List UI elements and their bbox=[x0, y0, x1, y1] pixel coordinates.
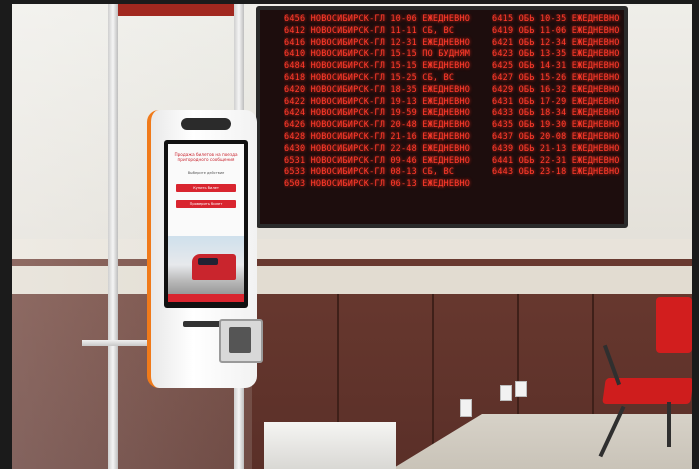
wall-socket bbox=[460, 399, 472, 417]
chair-back bbox=[656, 297, 692, 353]
departure-board: 6456 НОВОСИБИРСК-ГЛ 10-06 ЕЖЕДНЕВНО 6412… bbox=[256, 6, 628, 228]
white-counter-block bbox=[264, 422, 396, 469]
kiosk-screen-content: Продажа билетов на поезда пригородного с… bbox=[168, 144, 244, 302]
ticket-kiosk: Продажа билетов на поезда пригородного с… bbox=[147, 110, 263, 388]
kiosk-screen[interactable]: Продажа билетов на поезда пригородного с… bbox=[164, 140, 248, 308]
train-image bbox=[168, 236, 244, 300]
check-ticket-button[interactable]: Проверить билет bbox=[176, 200, 236, 208]
board-row: 6421 ОБЬ 12-34 ЕЖЕДНЕВНО bbox=[492, 37, 620, 48]
board-row: 6427 ОБЬ 15-26 ЕЖЕДНЕВНО bbox=[492, 72, 620, 83]
board-row: 6439 ОБЬ 21-13 ЕЖЕДНЕВНО bbox=[492, 143, 620, 154]
train-window bbox=[198, 258, 218, 265]
board-row: 6420 НОВОСИБИРСК-ГЛ 18-35 ЕЖЕДНЕВНО bbox=[284, 84, 471, 95]
board-row: 6410 НОВОСИБИРСК-ГЛ 15-15 ПО БУДНЯМ bbox=[284, 49, 471, 60]
board-row: 6443 ОБЬ 23-18 ЕЖЕДНЕВНО bbox=[492, 167, 620, 178]
board-row: 6422 НОВОСИБИРСК-ГЛ 19-13 ЕЖЕДНЕВНО bbox=[284, 96, 471, 107]
metal-pillar bbox=[108, 4, 118, 469]
board-row: 6423 ОБЬ 13-35 ЕЖЕДНЕВНО bbox=[492, 49, 620, 60]
board-row: 6426 НОВОСИБИРСК-ГЛ 20-48 ЕЖЕДНЕВНО bbox=[284, 120, 471, 131]
partition-top-bar bbox=[116, 4, 234, 16]
board-row: 6456 НОВОСИБИРСК-ГЛ 10-06 ЕЖЕДНЕВНО bbox=[284, 14, 471, 24]
board-row: 6441 ОБЬ 22-31 ЕЖЕДНЕВНО bbox=[492, 155, 620, 166]
ticket-printer bbox=[219, 319, 263, 363]
board-row: 6429 ОБЬ 16-32 ЕЖЕДНЕВНО bbox=[492, 84, 620, 95]
board-row: 6533 НОВОСИБИРСК-ГЛ 08-13 СБ, ВС bbox=[284, 167, 455, 178]
board-row: 6437 ОБЬ 20-08 ЕЖЕДНЕВНО bbox=[492, 131, 620, 142]
board-row: 6415 ОБЬ 10-35 ЕЖЕДНЕВНО bbox=[492, 14, 620, 24]
board-row: 6484 НОВОСИБИРСК-ГЛ 15-15 ЕЖЕДНЕВНО bbox=[284, 61, 471, 72]
board-row: 6412 НОВОСИБИРСК-ГЛ 11-11 СБ, ВС bbox=[284, 25, 455, 36]
printer-slot bbox=[229, 327, 251, 353]
chair-leg bbox=[667, 402, 671, 447]
board-row: 6425 ОБЬ 14-31 ЕЖЕДНЕВНО bbox=[492, 61, 620, 72]
board-row: 6418 НОВОСИБИРСК-ГЛ 15-25 СБ, ВС bbox=[284, 72, 455, 83]
board-row: 6433 ОБЬ 18-34 ЕЖЕДНЕВНО bbox=[492, 108, 620, 119]
panel-seam bbox=[432, 294, 434, 469]
board-row: 6435 ОБЬ 19-30 ЕЖЕДНЕВНО bbox=[492, 120, 620, 131]
board-left-column: 6456 НОВОСИБИРСК-ГЛ 10-06 ЕЖЕДНЕВНО 6412… bbox=[284, 14, 484, 204]
board-row: 6430 НОВОСИБИРСК-ГЛ 22-48 ЕЖЕДНЕВНО bbox=[284, 143, 471, 154]
board-row: 6431 ОБЬ 17-29 ЕЖЕДНЕВНО bbox=[492, 96, 620, 107]
kiosk-screen-footer bbox=[168, 294, 244, 302]
board-row: 6419 ОБЬ 11-06 ЕЖЕДНЕВНО bbox=[492, 25, 620, 36]
kiosk-camera bbox=[181, 118, 231, 130]
board-row: 6424 НОВОСИБИРСК-ГЛ 19-59 ЕЖЕДНЕВНО bbox=[284, 108, 471, 119]
board-row: 6531 НОВОСИБИРСК-ГЛ 09-46 ЕЖЕДНЕВНО bbox=[284, 155, 471, 166]
kiosk-screen-title: Продажа билетов на поезда пригородного с… bbox=[174, 152, 238, 162]
board-row: 6428 НОВОСИБИРСК-ГЛ 21-16 ЕЖЕДНЕВНО bbox=[284, 131, 471, 142]
buy-ticket-button[interactable]: Купить билет bbox=[176, 184, 236, 192]
station-photo: 6456 НОВОСИБИРСК-ГЛ 10-06 ЕЖЕДНЕВНО 6412… bbox=[12, 4, 692, 469]
kiosk-screen-subtitle: Выберите действие bbox=[187, 171, 225, 175]
board-right-column: 6415 ОБЬ 10-35 ЕЖЕДНЕВНО 6419 ОБЬ 11-06 … bbox=[492, 14, 624, 204]
board-row: 6416 НОВОСИБИРСК-ГЛ 12-31 ЕЖЕДНЕВНО bbox=[284, 37, 471, 48]
wall-socket bbox=[515, 381, 527, 397]
board-row: 6503 НОВОСИБИРСК-ГЛ 06-13 ЕЖЕДНЕВНО bbox=[284, 179, 471, 190]
kiosk-lower-panel bbox=[161, 315, 263, 373]
wall-socket bbox=[500, 385, 512, 401]
